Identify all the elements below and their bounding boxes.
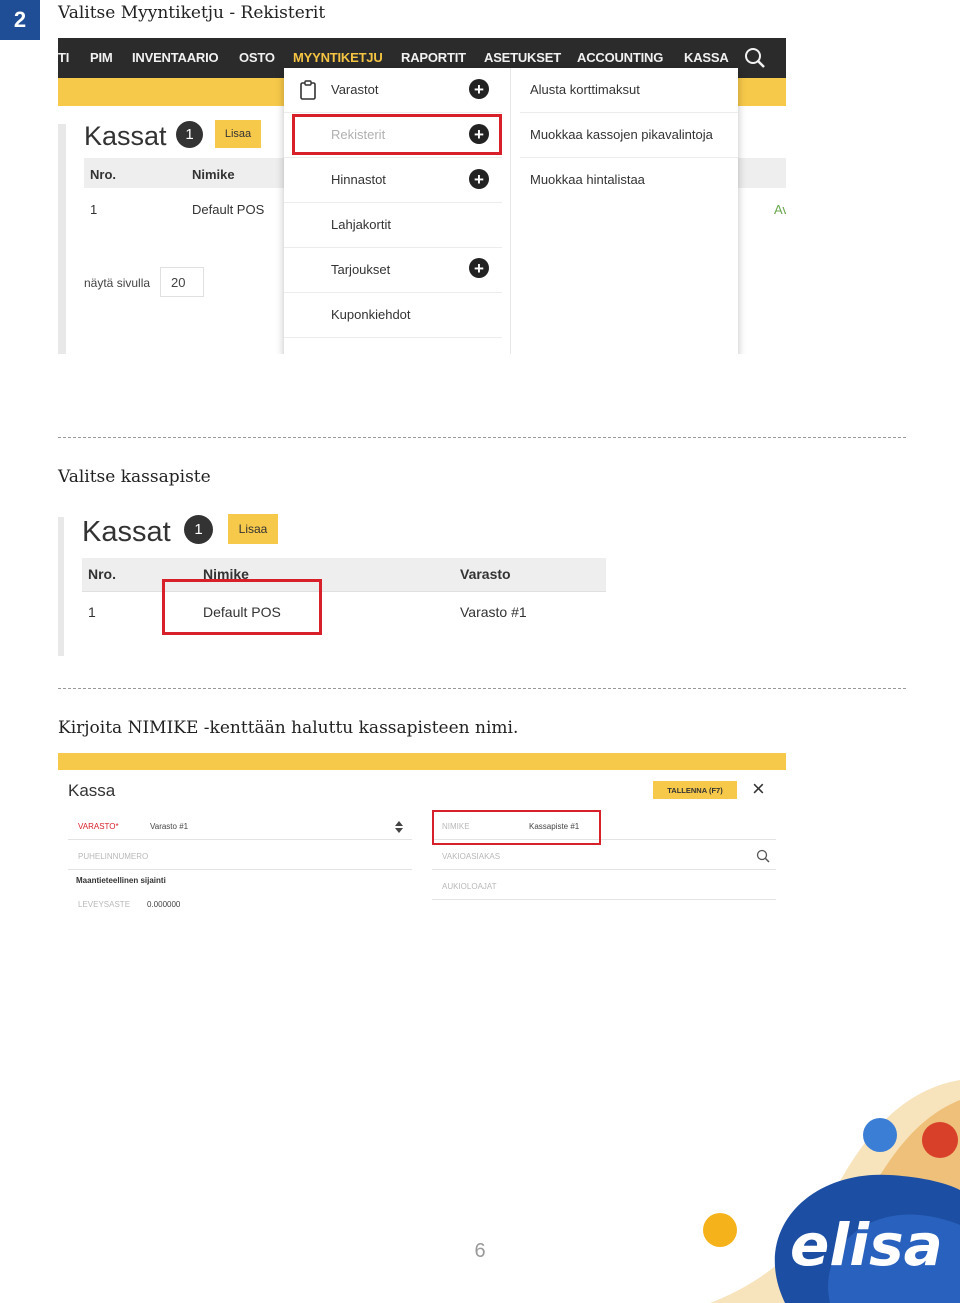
menu-item-alusta-korttimaksut[interactable]: Alusta korttimaksut bbox=[530, 82, 640, 97]
row-nro: 1 bbox=[90, 202, 98, 217]
varasto-value: Varasto #1 bbox=[150, 822, 189, 831]
close-icon[interactable]: × bbox=[752, 778, 765, 800]
add-hinnastot-icon[interactable]: + bbox=[469, 169, 489, 189]
menu-divider bbox=[284, 157, 502, 158]
pagesize-select[interactable]: 20 bbox=[160, 267, 204, 297]
menu-item-kuponkiehdot[interactable]: Kuponkiehdot bbox=[331, 307, 411, 322]
dropdown-menu: Varastot + Rekisterit + Hinnastot + Lahj… bbox=[284, 68, 738, 354]
search-icon[interactable] bbox=[756, 849, 770, 863]
add-tarjoukset-icon[interactable]: + bbox=[469, 258, 489, 278]
elisa-logo: elisa bbox=[703, 1080, 960, 1303]
column-header-varasto: Varasto bbox=[460, 566, 511, 582]
add-varastot-icon[interactable]: + bbox=[469, 79, 489, 99]
highlight-default-pos bbox=[162, 579, 322, 635]
menu-divider bbox=[520, 112, 738, 113]
nav-item-osto[interactable]: OSTO bbox=[239, 38, 275, 78]
leveysaste-value: 0.000000 bbox=[147, 900, 181, 909]
add-button[interactable]: Lisaa bbox=[228, 514, 278, 544]
screenshot-menu: TI PIM INVENTAARIO OSTO MYYNTIKETJU RAPO… bbox=[58, 38, 786, 354]
save-button[interactable]: TALLENNA (F7) bbox=[653, 781, 737, 799]
nav-item-pim[interactable]: PIM bbox=[90, 38, 113, 78]
count-badge: 1 bbox=[176, 121, 203, 148]
section-heading-1: Valitse Myyntiketju - Rekisterit bbox=[58, 3, 326, 23]
menu-divider bbox=[520, 157, 738, 158]
menu-divider bbox=[284, 337, 502, 338]
row-nimike[interactable]: Default POS bbox=[192, 202, 264, 217]
page-title: Kassat bbox=[84, 121, 167, 151]
menu-column-divider bbox=[510, 68, 511, 354]
header-divider bbox=[82, 591, 606, 592]
row-nro: 1 bbox=[88, 604, 96, 620]
varasto-label: VARASTO* bbox=[78, 822, 119, 831]
clipboard-icon bbox=[300, 80, 316, 100]
page-title: Kassat bbox=[82, 516, 171, 548]
count-badge: 1 bbox=[184, 515, 213, 544]
menu-item-tarjoukset[interactable]: Tarjoukset bbox=[331, 262, 390, 277]
section-heading-2: Valitse kassapiste bbox=[58, 467, 211, 487]
nav-item-inventaario[interactable]: INVENTAARIO bbox=[132, 38, 219, 78]
column-header-nimike: Nimike bbox=[192, 167, 235, 182]
highlight-nimike bbox=[432, 810, 601, 845]
table-header bbox=[82, 558, 606, 591]
add-button[interactable]: Lisaa bbox=[215, 120, 261, 148]
section-heading-3: Kirjoita NIMIKE -kenttään haluttu kassap… bbox=[58, 718, 519, 738]
elisa-logo-text: elisa bbox=[790, 1211, 943, 1279]
step-number-badge: 2 bbox=[0, 0, 40, 40]
left-edge bbox=[58, 124, 66, 354]
screenshot-register-form: Kassa TALLENNA (F7) × VARASTO* Varasto #… bbox=[58, 753, 786, 913]
menu-divider bbox=[284, 202, 502, 203]
yellow-bar bbox=[58, 753, 786, 770]
section-divider bbox=[58, 688, 906, 689]
row-varasto: Varasto #1 bbox=[460, 604, 527, 620]
column-header-nro: Nro. bbox=[88, 566, 116, 582]
menu-divider bbox=[284, 247, 502, 248]
cut-off-text: Av bbox=[774, 202, 786, 217]
search-icon[interactable] bbox=[744, 47, 766, 69]
left-edge bbox=[58, 517, 64, 656]
menu-item-muokkaa-hintalistaa[interactable]: Muokkaa hintalistaa bbox=[530, 172, 645, 187]
highlight-rekisterit bbox=[292, 114, 502, 155]
menu-divider bbox=[284, 112, 502, 113]
varasto-field[interactable] bbox=[68, 815, 412, 840]
leveysaste-label: LEVEYSASTE bbox=[78, 900, 131, 909]
menu-item-varastot[interactable]: Varastot bbox=[331, 82, 378, 97]
menu-item-lahjakortit[interactable]: Lahjakortit bbox=[331, 217, 391, 232]
column-header-nro: Nro. bbox=[90, 167, 116, 182]
screenshot-register-list: Kassat 1 Lisaa Nro. Nimike Varasto 1 Def… bbox=[58, 513, 618, 656]
form-title: Kassa bbox=[68, 781, 116, 800]
menu-item-hinnastot[interactable]: Hinnastot bbox=[331, 172, 386, 187]
menu-item-pikavalinnat[interactable]: Muokkaa kassojen pikavalintoja bbox=[530, 127, 713, 142]
vakioasiakas-label: VAKIOASIAKAS bbox=[442, 852, 501, 861]
select-arrows-icon[interactable] bbox=[395, 821, 403, 833]
pagesize-label: näytä sivulla bbox=[84, 276, 151, 290]
location-heading: Maantieteellinen sijainti bbox=[76, 876, 166, 885]
nav-item-ti[interactable]: TI bbox=[58, 38, 69, 78]
section-divider bbox=[58, 437, 906, 438]
menu-divider bbox=[284, 292, 502, 293]
puhelinnumero-label: PUHELINNUMERO bbox=[78, 852, 149, 861]
aukioloajat-label: AUKIOLOAJAT bbox=[442, 882, 497, 891]
